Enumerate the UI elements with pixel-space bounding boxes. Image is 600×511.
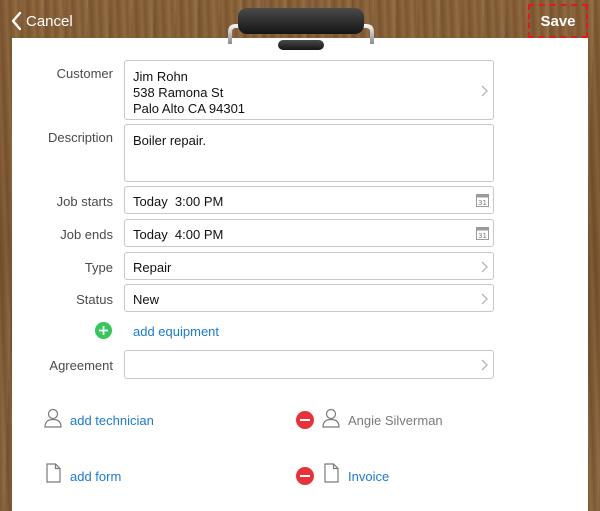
calendar-icon: 31 (476, 194, 489, 207)
save-button[interactable]: Save (528, 4, 588, 38)
chevron-left-icon (11, 11, 22, 31)
job-starts-field[interactable]: Today 3:00 PM 31 (124, 186, 494, 214)
job-ends-field[interactable]: Today 4:00 PM 31 (124, 219, 494, 247)
type-select[interactable]: Repair (124, 252, 494, 280)
customer-field[interactable]: Jim Rohn 538 Ramona St Palo Alto CA 9430… (124, 60, 494, 120)
document-icon (324, 463, 339, 483)
chevron-right-icon (481, 359, 488, 371)
add-circle-icon[interactable] (95, 322, 112, 339)
calendar-icon: 31 (476, 227, 489, 240)
status-label: Status (76, 292, 113, 307)
cancel-label: Cancel (26, 12, 73, 30)
customer-name: Jim Rohn (133, 69, 188, 84)
cancel-button[interactable]: Cancel (10, 10, 73, 32)
type-value: Repair (133, 260, 172, 275)
person-icon (322, 408, 340, 428)
type-label: Type (84, 260, 113, 275)
agreement-select[interactable] (124, 350, 494, 379)
job-starts-label: Job starts (56, 194, 113, 209)
clipboard-clip (228, 8, 374, 50)
description-textarea[interactable]: Boiler repair. (124, 124, 494, 182)
svg-text:31: 31 (478, 232, 487, 240)
person-icon (44, 408, 62, 428)
job-ends-value: Today 4:00 PM (133, 227, 224, 242)
customer-label: Customer (56, 66, 113, 81)
svg-text:31: 31 (478, 199, 487, 207)
technician-name: Angie Silverman (348, 413, 443, 428)
chevron-right-icon (481, 293, 488, 305)
description-value: Boiler repair. (133, 133, 206, 148)
chevron-right-icon (481, 85, 488, 97)
save-label: Save (540, 12, 576, 30)
agreement-label: Agreement (49, 358, 113, 373)
clipboard-paper: Customer Jim Rohn 538 Ramona St Palo Alt… (12, 38, 588, 511)
job-ends-label: Job ends (60, 227, 113, 242)
description-label: Description (47, 130, 113, 145)
customer-city: Palo Alto CA 94301 (133, 101, 246, 116)
status-value: New (133, 292, 160, 307)
document-icon (46, 463, 61, 483)
job-starts-value: Today 3:00 PM (133, 194, 224, 209)
customer-street: 538 Ramona St (133, 85, 224, 100)
add-technician-link[interactable]: add technician (70, 413, 154, 428)
status-select[interactable]: New (124, 284, 494, 312)
remove-circle-icon[interactable] (296, 467, 314, 485)
remove-circle-icon[interactable] (296, 411, 314, 429)
add-equipment-link[interactable]: add equipment (133, 324, 219, 339)
chevron-right-icon (481, 261, 488, 273)
invoice-form-link[interactable]: Invoice (348, 469, 389, 484)
add-form-link[interactable]: add form (70, 469, 121, 484)
